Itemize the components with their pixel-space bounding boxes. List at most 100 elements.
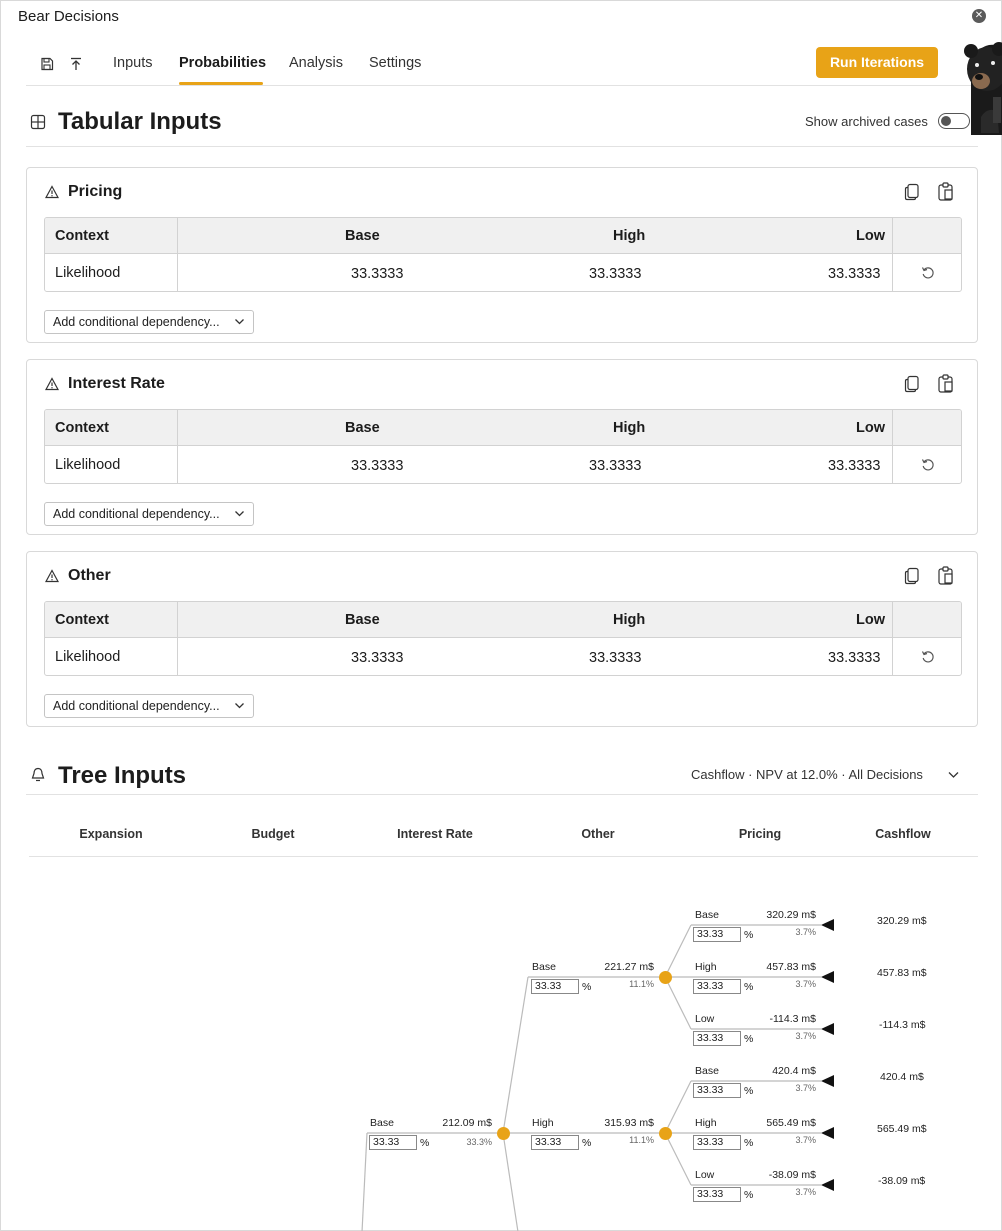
terminal-value: -38.09 m$	[878, 1175, 926, 1187]
add-conditional-dependency-button[interactable]: Add conditional dependency...	[44, 694, 254, 718]
tree-column-budget: Budget	[251, 827, 295, 841]
tree-icon	[31, 767, 45, 782]
branch-label: High	[532, 1117, 554, 1129]
cell-low[interactable]: 33.3333	[828, 266, 880, 282]
reset-icon[interactable]	[921, 650, 935, 664]
terminal-value: 565.49 m$	[877, 1123, 927, 1135]
column-header-context: Context	[55, 612, 109, 628]
show-archived-toggle[interactable]	[938, 113, 970, 129]
cell-low[interactable]: 33.3333	[828, 650, 880, 666]
cell-high[interactable]: 33.3333	[589, 266, 641, 282]
copy-icon[interactable]	[904, 183, 920, 201]
branch-label: Low	[695, 1169, 715, 1181]
branch-label: Base	[695, 909, 719, 921]
paste-icon[interactable]	[937, 182, 955, 202]
branch-value: 320.29 m$	[766, 909, 816, 921]
branch-label: Low	[695, 1013, 715, 1025]
probability-input[interactable]: 33.33	[369, 1135, 417, 1150]
column-divider	[177, 410, 178, 483]
probability-input[interactable]: 33.33	[531, 979, 579, 994]
paste-icon[interactable]	[937, 374, 955, 394]
card-title: Interest Rate	[68, 375, 165, 392]
probability-input[interactable]: 33.33	[693, 1135, 741, 1150]
tree-column-interest-rate: Interest Rate	[397, 827, 473, 841]
branch-probability: 3.7%	[795, 979, 816, 989]
reset-icon[interactable]	[921, 266, 935, 280]
copy-icon[interactable]	[904, 375, 920, 393]
terminal-node-icon	[821, 1179, 834, 1191]
add-conditional-dependency-button[interactable]: Add conditional dependency...	[44, 502, 254, 526]
copy-icon[interactable]	[904, 567, 920, 585]
column-header-low: Low	[856, 612, 885, 628]
tree-column-other: Other	[581, 827, 615, 841]
tab-inputs[interactable]: Inputs	[113, 55, 153, 71]
chance-node-pricing[interactable]	[659, 971, 672, 984]
probability-input[interactable]: 33.33	[693, 979, 741, 994]
percent-label: %	[582, 1137, 592, 1149]
reset-icon[interactable]	[921, 458, 935, 472]
chevron-down-icon	[235, 703, 244, 709]
close-icon[interactable]: ✕	[972, 9, 986, 23]
column-header-context: Context	[55, 420, 109, 436]
column-divider	[177, 218, 178, 291]
tab-probabilities[interactable]: Probabilities	[179, 55, 266, 71]
row-label: Likelihood	[55, 649, 121, 665]
column-header-high: High	[613, 612, 646, 628]
tab-settings[interactable]: Settings	[369, 55, 421, 71]
export-icon[interactable]	[69, 57, 83, 71]
app-window: Bear Decisions ✕ Inputs Probabilities An…	[0, 0, 1002, 1231]
percent-label: %	[744, 929, 754, 941]
probability-input[interactable]: 33.33	[693, 927, 741, 942]
table-grid-icon	[30, 114, 46, 130]
table-card-other: Other Context Base High Low Likelihood 3…	[26, 551, 978, 727]
tree-column-pricing: Pricing	[738, 827, 782, 841]
dependency-label: Add conditional dependency...	[53, 507, 220, 521]
cell-high[interactable]: 33.3333	[589, 458, 641, 474]
branch-label: Base	[532, 961, 556, 973]
branch-probability: 3.7%	[795, 1031, 816, 1041]
chevron-down-icon[interactable]	[947, 768, 960, 781]
probability-input[interactable]: 33.33	[531, 1135, 579, 1150]
tree-column-expansion: Expansion	[79, 827, 143, 841]
cell-base[interactable]: 33.3333	[351, 458, 403, 474]
chance-node-pricing[interactable]	[659, 1127, 672, 1140]
page-title: Tabular Inputs	[58, 108, 222, 135]
terminal-node-icon	[821, 971, 834, 983]
card-title: Pricing	[68, 183, 123, 200]
cell-base[interactable]: 33.3333	[351, 650, 403, 666]
output-selector[interactable]: Cashflow · NPV at 12.0% · All Decisions	[691, 767, 923, 782]
percent-label: %	[744, 981, 754, 993]
chance-node-other[interactable]	[497, 1127, 510, 1140]
app-title: Bear Decisions	[18, 8, 119, 25]
column-divider	[892, 602, 893, 675]
tab-analysis[interactable]: Analysis	[289, 55, 343, 71]
branch-value: 315.93 m$	[604, 1117, 654, 1129]
percent-label: %	[744, 1085, 754, 1097]
paste-icon[interactable]	[937, 566, 955, 586]
card-title: Other	[68, 567, 111, 584]
branch-probability: 3.7%	[795, 1135, 816, 1145]
active-tab-indicator	[179, 82, 263, 85]
row-label: Likelihood	[55, 265, 121, 281]
add-conditional-dependency-button[interactable]: Add conditional dependency...	[44, 310, 254, 334]
table-header-row: Context Base High Low	[45, 218, 961, 254]
percent-label: %	[744, 1033, 754, 1045]
percent-label: %	[582, 981, 592, 993]
column-header-high: High	[613, 228, 646, 244]
branch-probability: 3.7%	[795, 1083, 816, 1093]
branch-value: 420.4 m$	[772, 1065, 816, 1077]
cell-base[interactable]: 33.3333	[351, 266, 403, 282]
save-icon[interactable]	[40, 57, 54, 71]
branch-probability: 3.7%	[795, 1187, 816, 1197]
percent-label: %	[744, 1137, 754, 1149]
probability-input[interactable]: 33.33	[693, 1187, 741, 1202]
column-header-base: Base	[345, 228, 380, 244]
cell-high[interactable]: 33.3333	[589, 650, 641, 666]
cell-low[interactable]: 33.3333	[828, 458, 880, 474]
branch-probability: 3.7%	[795, 927, 816, 937]
probability-input[interactable]: 33.33	[693, 1031, 741, 1046]
probability-input[interactable]: 33.33	[693, 1083, 741, 1098]
branch-probability: 11.1%	[629, 1135, 654, 1145]
table-card-interest-rate: Interest Rate Context Base High Low Like…	[26, 359, 978, 535]
run-iterations-button[interactable]: Run Iterations	[816, 47, 938, 78]
